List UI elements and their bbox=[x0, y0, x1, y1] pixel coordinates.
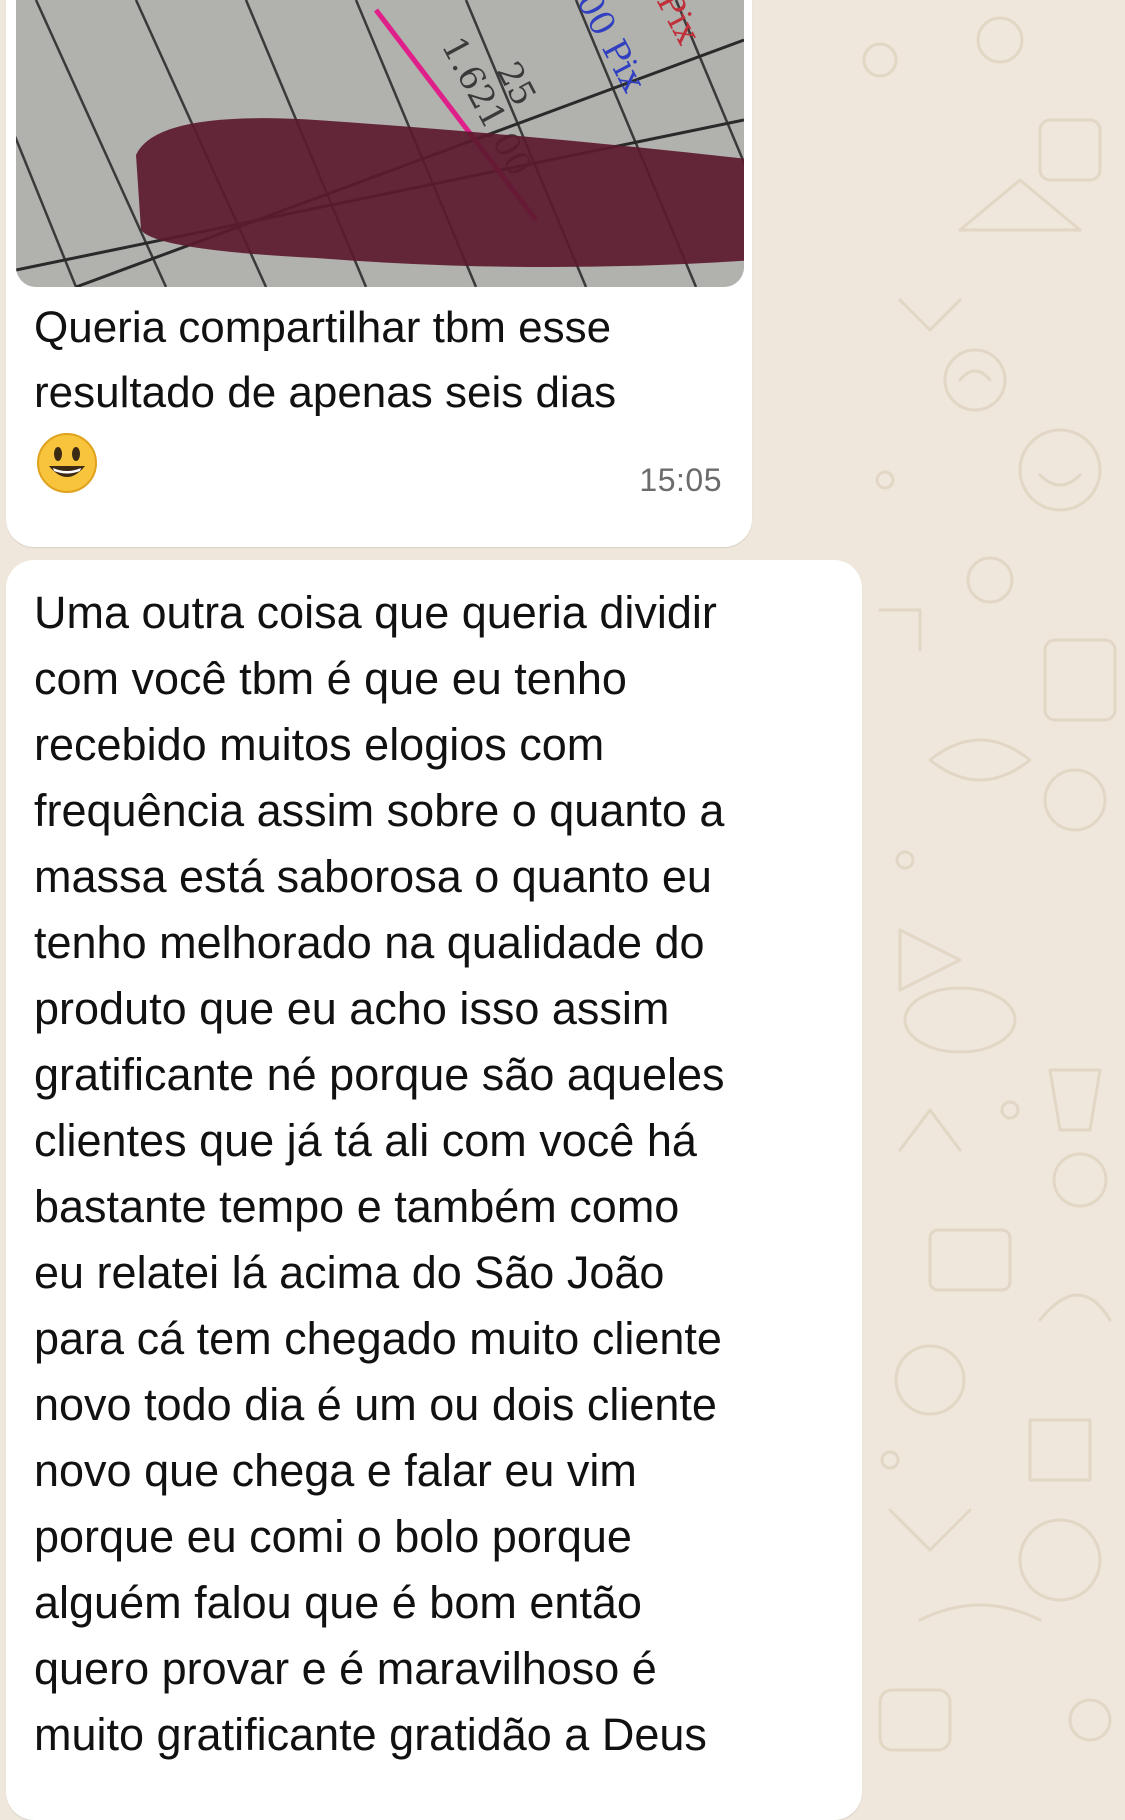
message-line: alguém falou que é bom então bbox=[34, 1577, 642, 1628]
message-line: novo que chega e falar eu vim bbox=[34, 1445, 637, 1496]
message-line: novo todo dia é um ou dois cliente bbox=[34, 1379, 717, 1430]
message-line: com você tbm é que eu tenho bbox=[34, 653, 627, 704]
shared-photo[interactable]: 25 1.621,00 00 Pix Pix bbox=[16, 0, 744, 287]
notebook-photo: 25 1.621,00 00 Pix Pix bbox=[16, 0, 744, 287]
message-line: clientes que já tá ali com você há bbox=[34, 1115, 697, 1166]
text-message-bubble[interactable]: Uma outra coisa que queria dividir com v… bbox=[6, 560, 862, 1820]
message-line: para cá tem chegado muito cliente bbox=[34, 1313, 722, 1364]
caption-line: Queria compartilhar tbm esse bbox=[34, 303, 612, 352]
message-line: muito gratificante gratidão a Deus bbox=[34, 1709, 707, 1760]
message-line: produto que eu acho isso assim bbox=[34, 983, 670, 1034]
message-line: gratificante né porque são aqueles bbox=[34, 1049, 725, 1100]
image-caption: Queria compartilhar tbm esse resultado d… bbox=[34, 295, 734, 425]
message-line: tenho melhorado na qualidade do bbox=[34, 917, 705, 968]
message-line: frequência assim sobre o quanto a bbox=[34, 785, 725, 836]
message-line: bastante tempo e também como bbox=[34, 1181, 680, 1232]
message-line: recebido muitos elogios com bbox=[34, 719, 605, 770]
message-line: Uma outra coisa que queria dividir bbox=[34, 587, 717, 638]
message-line: eu relatei lá acima do São João bbox=[34, 1247, 665, 1298]
smiley-emoji-icon bbox=[37, 433, 97, 493]
caption-line: resultado de apenas seis dias bbox=[34, 368, 617, 417]
image-message-bubble[interactable]: 25 1.621,00 00 Pix Pix Queria compartilh… bbox=[6, 0, 752, 547]
message-time: 15:05 bbox=[639, 462, 722, 498]
message-line: porque eu comi o bolo porque bbox=[34, 1511, 632, 1562]
message-line: massa está saborosa o quanto eu bbox=[34, 851, 712, 902]
message-line: quero provar e é maravilhoso é bbox=[34, 1643, 657, 1694]
